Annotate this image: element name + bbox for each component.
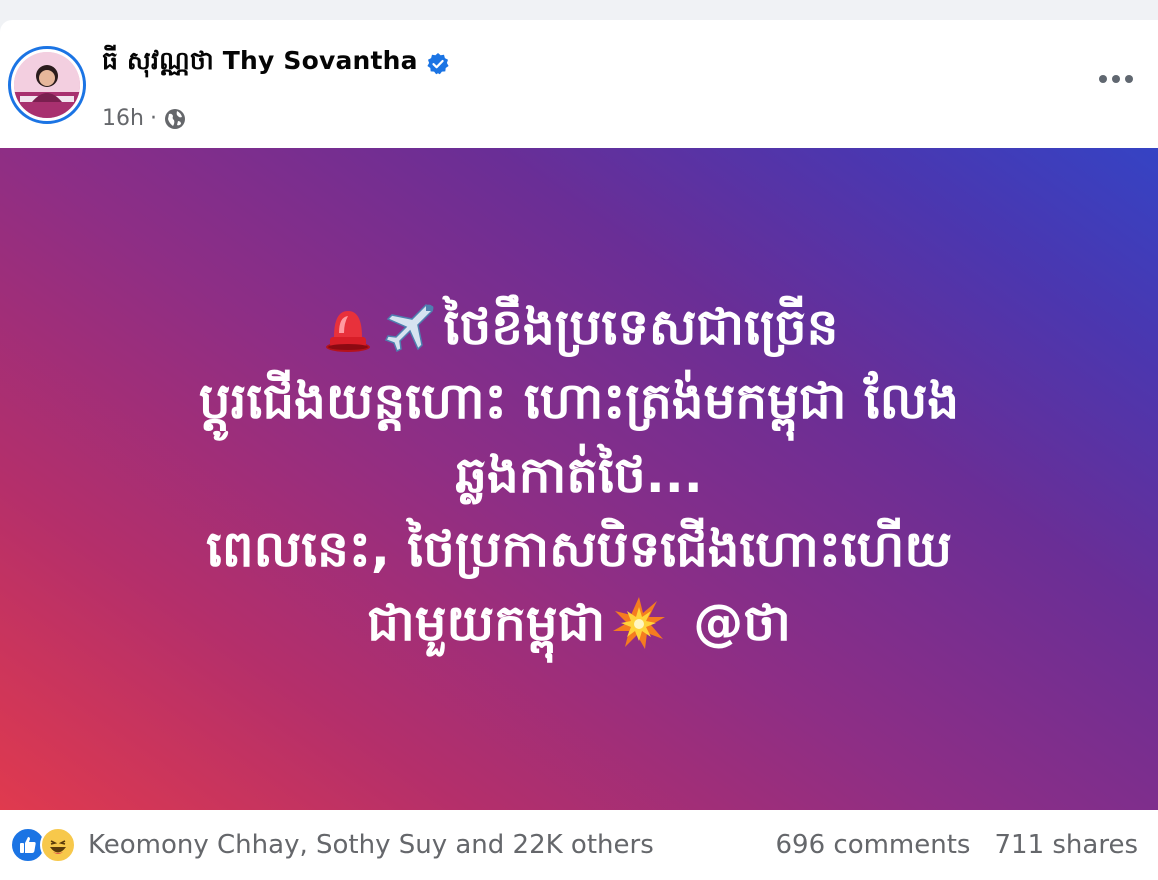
banner-line-5: ជាមួយកម្ពុជា @ថា (367, 586, 791, 660)
more-options-icon[interactable] (1096, 64, 1136, 94)
collision-emoji (613, 597, 666, 649)
banner-line-1-text: ថៃខឹងប្រទេសជាច្រើន (443, 298, 839, 356)
banner-line-2-text: ប្តូរជើងយន្តហោះ ហោះត្រង់មកម្ពុជា លែង (198, 372, 960, 430)
shares-count[interactable]: 711 shares (994, 830, 1138, 860)
globe-icon (164, 108, 185, 129)
banner-line-4: ពេលនេះ, ថៃប្រកាសបិទជើងហោះហើយ (206, 512, 952, 586)
banner-line-4-text: ពេលនេះ, ថៃប្រកាសបិទជើងហោះហើយ (206, 520, 952, 578)
comments-count[interactable]: 696 comments (776, 830, 971, 860)
post-meta: 16h · (102, 106, 187, 131)
facebook-post: ធី សុវណ្ណថា Thy Sovantha 16h · ថៃខឹងប្រទ… (0, 20, 1158, 880)
author-line: ធី សុវណ្ណថា Thy Sovantha (102, 46, 450, 82)
banner-line-5-text: ជាមួយកម្ពុជា (367, 594, 606, 652)
post-time[interactable]: 16h (102, 106, 144, 131)
banner-line-3-text: ឆ្លងកាត់ថៃ... (455, 446, 703, 504)
verified-badge-icon (427, 53, 449, 75)
avatar-photo (14, 52, 80, 118)
banner-line-2: ប្តូរជើងយន្តហោះ ហោះត្រង់មកម្ពុជា លែង (199, 364, 959, 438)
haha-icon (40, 827, 76, 863)
police-light-emoji (325, 311, 370, 352)
meta-separator: · (149, 106, 157, 131)
engagement-counts: 696 comments 711 shares (776, 830, 1138, 860)
airplane-emoji (384, 304, 434, 353)
reaction-icons (10, 827, 76, 863)
author-name[interactable]: ធី សុវណ្ណថា Thy Sovantha (102, 46, 418, 82)
reactions-text: Keomony Chhay, Sothy Suy and 22K others (88, 830, 654, 860)
post-header: ធី សុវណ្ណថា Thy Sovantha 16h · (0, 20, 1158, 148)
reactions-summary[interactable]: Keomony Chhay, Sothy Suy and 22K others (10, 827, 654, 863)
author-avatar[interactable] (8, 46, 86, 124)
post-footer: Keomony Chhay, Sothy Suy and 22K others … (0, 810, 1158, 880)
banner-line-5-tag: @ថា (693, 594, 791, 652)
post-banner: ថៃខឹងប្រទេសជាច្រើន ប្តូរជើងយន្តហោះ ហោះត្… (0, 148, 1158, 810)
banner-line-1: ថៃខឹងប្រទេសជាច្រើន (320, 290, 839, 364)
banner-line-3: ឆ្លងកាត់ថៃ... (455, 438, 702, 512)
banner-text: ថៃខឹងប្រទេសជាច្រើន ប្តូរជើងយន្តហោះ ហោះត្… (0, 290, 1158, 660)
